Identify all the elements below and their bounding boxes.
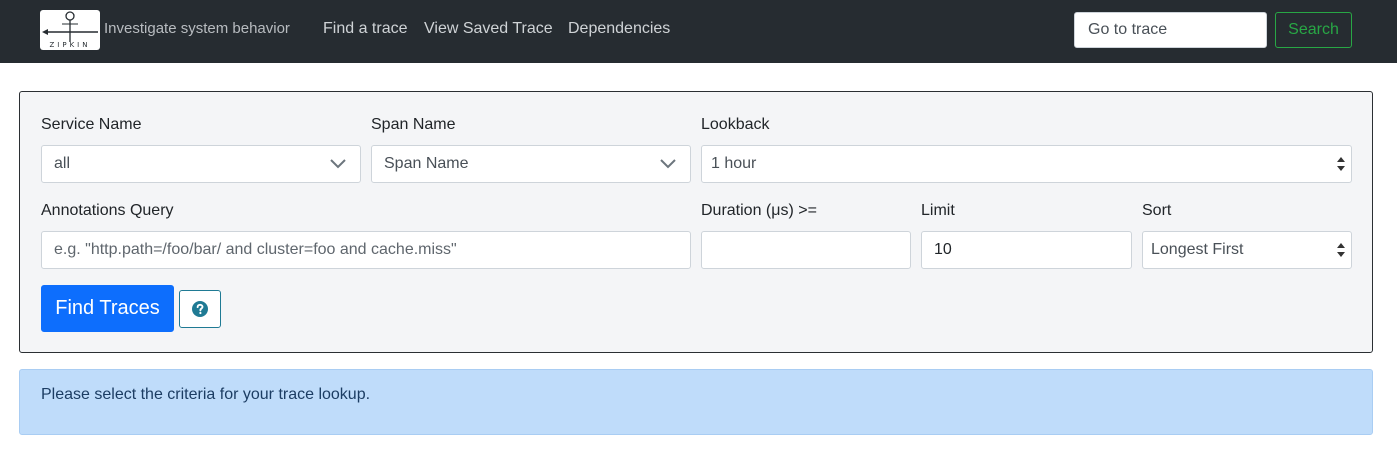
zipkin-logo[interactable]: ZIPKIN [40, 10, 100, 50]
nav-link-view-saved-trace[interactable]: View Saved Trace [424, 20, 553, 38]
go-to-trace-input[interactable] [1074, 12, 1267, 48]
select-arrows-icon [1337, 243, 1345, 257]
chevron-down-icon [660, 159, 676, 169]
search-button[interactable]: Search [1275, 12, 1352, 48]
nav-link-find-a-trace[interactable]: Find a trace [323, 20, 407, 38]
logo-text: ZIPKIN [49, 41, 91, 49]
span-name-select[interactable]: Span Name [371, 145, 691, 183]
navbar-tagline: Investigate system behavior [104, 20, 290, 37]
find-traces-button[interactable]: Find Traces [41, 285, 174, 332]
help-button[interactable] [179, 290, 221, 328]
service-name-label: Service Name [41, 116, 142, 133]
limit-label: Limit [921, 202, 955, 219]
top-navbar: ZIPKIN Investigate system behavior Find … [0, 0, 1397, 63]
nav-link-dependencies[interactable]: Dependencies [568, 20, 670, 38]
chevron-down-icon [330, 159, 346, 169]
sort-label: Sort [1142, 202, 1172, 219]
span-name-value: Span Name [384, 155, 469, 172]
info-alert: Please select the criteria for your trac… [19, 369, 1373, 435]
service-name-value: all [54, 155, 71, 172]
sort-value: Longest First [1151, 241, 1244, 258]
span-name-label: Span Name [371, 116, 456, 133]
annotations-query-input[interactable] [41, 231, 691, 269]
service-name-select[interactable]: all [41, 145, 361, 183]
lookback-value: 1 hour [711, 155, 757, 172]
lookback-label: Lookback [701, 116, 770, 133]
duration-input[interactable] [701, 231, 911, 269]
duration-label: Duration (μs) >= [701, 202, 817, 219]
question-circle-icon [192, 301, 208, 317]
lookback-select[interactable]: 1 hour [701, 145, 1352, 183]
select-arrows-icon [1337, 157, 1345, 171]
alert-message: Please select the criteria for your trac… [41, 386, 371, 403]
annotations-query-label: Annotations Query [41, 202, 174, 219]
limit-input[interactable] [921, 231, 1132, 269]
trace-search-form: Service Name all Span Name Span Name Loo… [19, 91, 1373, 353]
sort-select[interactable]: Longest First [1142, 231, 1352, 269]
